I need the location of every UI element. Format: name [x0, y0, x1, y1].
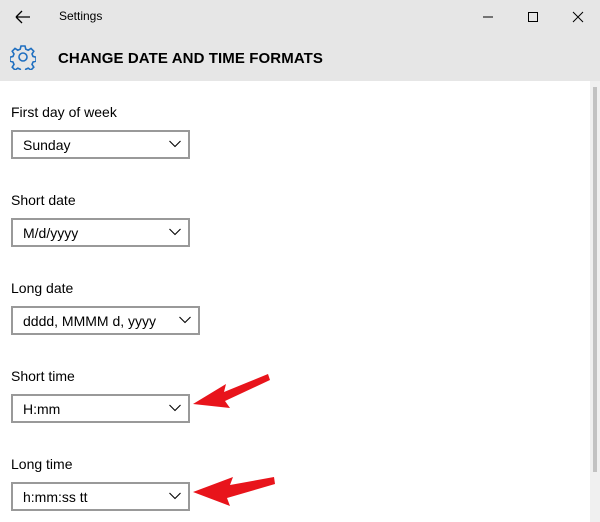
first-day-of-week-dropdown[interactable]: Sunday	[11, 130, 190, 159]
chevron-down-icon	[169, 404, 181, 412]
chevron-down-icon	[169, 140, 181, 148]
short-date-dropdown[interactable]: M/d/yyyy	[11, 218, 190, 247]
vertical-scrollbar[interactable]	[590, 81, 600, 522]
long-time-label: Long time	[11, 456, 73, 472]
chevron-down-icon	[169, 228, 181, 236]
long-date-label: Long date	[11, 280, 74, 296]
back-button[interactable]	[12, 7, 34, 27]
short-date-value: M/d/yyyy	[23, 225, 79, 241]
title-bar: Settings	[0, 0, 600, 34]
long-time-value: h:mm:ss tt	[23, 489, 88, 505]
short-time-value: H:mm	[23, 401, 61, 417]
scrollbar-thumb[interactable]	[593, 87, 597, 472]
short-date-label: Short date	[11, 192, 76, 208]
chevron-down-icon	[179, 316, 191, 324]
red-pointer-arrow-icon	[193, 374, 270, 408]
chevron-down-icon	[169, 492, 181, 500]
long-time-dropdown[interactable]: h:mm:ss tt	[11, 482, 190, 511]
first-day-of-week-label: First day of week	[11, 104, 117, 120]
page-title: CHANGE DATE AND TIME FORMATS	[58, 50, 324, 67]
close-button[interactable]	[567, 6, 589, 28]
short-time-label: Short time	[11, 368, 75, 384]
long-date-dropdown[interactable]: dddd, MMMM d, yyyy	[11, 306, 200, 335]
long-date-value: dddd, MMMM d, yyyy	[23, 313, 157, 329]
back-arrow-icon	[15, 10, 30, 24]
red-pointer-arrow-icon	[193, 477, 275, 506]
first-day-of-week-value: Sunday	[23, 137, 71, 153]
close-icon	[572, 11, 584, 23]
maximize-button[interactable]	[522, 6, 544, 28]
maximize-icon	[528, 12, 538, 22]
gear-icon	[9, 44, 37, 73]
short-time-dropdown[interactable]: H:mm	[11, 394, 190, 423]
minimize-button[interactable]	[477, 6, 499, 28]
minimize-icon	[483, 16, 493, 18]
window-title: Settings	[59, 9, 103, 23]
